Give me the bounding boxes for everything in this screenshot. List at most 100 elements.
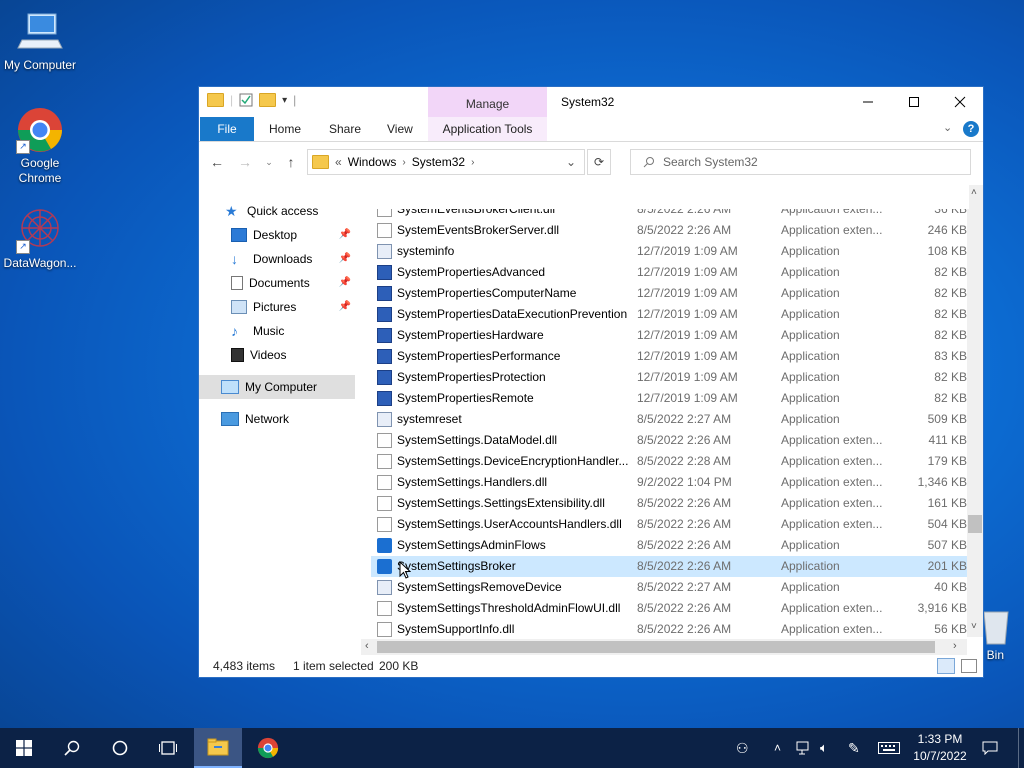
chevron-right-icon[interactable]: › — [471, 157, 474, 168]
pen-button[interactable]: ✎ — [848, 728, 860, 768]
up-button[interactable]: ↑ — [281, 152, 301, 172]
folder-icon[interactable] — [207, 93, 224, 107]
speaker-icon: 🔈︎ — [820, 740, 828, 755]
show-hidden-icons-button[interactable]: ˄ — [774, 728, 781, 768]
file-row[interactable]: SystemPropertiesProtection 12/7/2019 1:09… — [371, 367, 969, 388]
file-row[interactable]: systemreset 8/5/2022 2:27 AM Application 50… — [371, 409, 969, 430]
file-row[interactable]: SystemSettingsAdminFlows 8/5/2022 2:26 AM… — [371, 535, 969, 556]
address-dropdown-icon[interactable]: ⌄ — [566, 155, 576, 169]
file-row[interactable]: SystemSettings.UserAccountsHandlers.dll 8… — [371, 514, 969, 535]
taskbar-clock[interactable]: 1:33 PM 10/7/2022 — [900, 731, 980, 765]
vertical-scrollbar[interactable]: ˄ ˅ — [967, 185, 983, 637]
minimize-button[interactable] — [845, 87, 891, 117]
maximize-button[interactable] — [891, 87, 937, 117]
tab-share[interactable]: Share — [315, 117, 375, 141]
file-row[interactable]: SystemSettings.SettingsExtensibility.dll… — [371, 493, 969, 514]
task-view-button[interactable] — [144, 728, 192, 768]
properties-icon[interactable] — [239, 93, 253, 107]
tab-view[interactable]: View — [373, 117, 427, 141]
file-name: SystemSettingsThresholdAdminFlowUI.dll — [397, 601, 621, 615]
network-tray-button[interactable] — [796, 728, 812, 768]
nav-item-quick-access[interactable]: ★ Quick access — [199, 199, 355, 223]
new-folder-icon[interactable] — [259, 93, 277, 107]
volume-button[interactable]: 🔈︎ — [820, 728, 828, 768]
file-row[interactable]: SystemSettingsRemoveDevice 8/5/2022 2:27 … — [371, 577, 969, 598]
expand-ribbon-icon[interactable]: ⌄ — [943, 121, 952, 134]
taskbar-file-explorer[interactable] — [194, 728, 242, 768]
file-row[interactable]: SystemPropertiesPerformance 12/7/2019 1:0… — [371, 346, 969, 367]
scroll-up-icon[interactable]: ˄ — [971, 187, 977, 198]
back-button[interactable]: ← — [207, 152, 227, 172]
recent-locations-button[interactable]: ⌄ — [259, 152, 279, 172]
file-row[interactable]: SystemSettings.DeviceEncryptionHandler..… — [371, 451, 969, 472]
file-row[interactable]: SystemSettingsThresholdAdminFlowUI.dll 8/… — [371, 598, 969, 619]
file-row[interactable]: SystemSettingsBroker 8/5/2022 2:26 AM Appl… — [371, 556, 969, 577]
refresh-button[interactable]: ⟳ — [587, 149, 611, 175]
file-row[interactable]: SystemPropertiesAdvanced 12/7/2019 1:09 A… — [371, 262, 969, 283]
windows-logo-icon — [16, 740, 32, 756]
breadcrumb-windows[interactable]: Windows — [348, 155, 397, 169]
nav-item-documents[interactable]: Documents 📌 — [199, 271, 355, 295]
system-properties-icon — [377, 349, 392, 364]
tab-manage[interactable]: Manage — [428, 87, 547, 117]
pin-icon[interactable]: 📌 — [339, 271, 351, 295]
horizontal-scroll-thumb[interactable] — [377, 641, 935, 653]
desktop-icon-my-computer[interactable]: My Computer — [0, 8, 80, 73]
file-row[interactable]: SystemPropertiesComputerName 12/7/2019 1:… — [371, 283, 969, 304]
tab-home[interactable]: Home — [255, 117, 315, 141]
file-row[interactable]: SystemEventsBrokerServer.dll 8/5/2022 2:2… — [371, 220, 969, 241]
taskbar-chrome[interactable] — [244, 728, 292, 768]
search-input[interactable]: Search System32 — [663, 155, 758, 169]
file-row[interactable]: SystemSettings.Handlers.dll 9/2/2022 1:04… — [371, 472, 969, 493]
touch-keyboard-button[interactable] — [878, 728, 900, 768]
tab-file[interactable]: File — [200, 117, 254, 141]
scroll-down-icon[interactable]: ˅ — [971, 621, 977, 632]
window-title: System32 — [561, 95, 615, 109]
dll-file-icon — [377, 454, 392, 469]
pin-icon[interactable]: 📌 — [339, 295, 351, 319]
address-bar[interactable]: « Windows › System32 › ⌄ — [307, 149, 585, 175]
tab-application-tools[interactable]: Application Tools — [428, 117, 547, 141]
breadcrumb-system32[interactable]: System32 — [412, 155, 465, 169]
file-row[interactable]: SystemPropertiesDataExecutionPrevention 1… — [371, 304, 969, 325]
nav-item-downloads[interactable]: ↓ Downloads 📌 — [199, 247, 355, 271]
large-icons-view-icon[interactable] — [961, 659, 977, 673]
show-desktop-button[interactable] — [1018, 728, 1024, 768]
breadcrumb-overflow[interactable]: « — [335, 155, 342, 169]
cortana-button[interactable] — [96, 728, 144, 768]
file-row[interactable]: SystemSupportInfo.dll 8/5/2022 2:26 AM App… — [371, 619, 969, 637]
file-row[interactable]: SystemEventsBrokerClient.dll 8/5/2022 2:2… — [371, 199, 969, 220]
customize-toolbar-icon[interactable]: ▾ — [282, 95, 287, 106]
scroll-left-icon[interactable]: ‹ — [365, 640, 369, 652]
start-button[interactable] — [0, 728, 48, 768]
nav-item-my-computer[interactable]: My Computer — [199, 375, 355, 399]
nav-item-network[interactable]: Network — [199, 407, 355, 431]
horizontal-scrollbar[interactable]: ‹ › — [361, 639, 967, 655]
desktop-icon-datawagon[interactable]: ↗ DataWagon... — [0, 206, 80, 271]
file-row[interactable]: SystemPropertiesRemote 12/7/2019 1:09 AM A… — [371, 388, 969, 409]
vertical-scroll-thumb[interactable] — [968, 515, 982, 533]
forward-button[interactable]: → — [235, 152, 255, 172]
nav-item-desktop[interactable]: Desktop 📌 — [199, 223, 355, 247]
scroll-right-icon[interactable]: › — [953, 640, 957, 652]
file-name: SystemEventsBrokerClient.dll — [397, 202, 556, 216]
action-center-button[interactable] — [982, 728, 998, 768]
file-row[interactable]: SystemSettings.DataModel.dll 8/5/2022 2:2… — [371, 430, 969, 451]
close-button[interactable] — [937, 87, 983, 117]
nav-item-videos[interactable]: Videos — [199, 343, 355, 367]
pin-icon[interactable]: 📌 — [339, 223, 351, 247]
search-button[interactable] — [48, 728, 96, 768]
file-name: SystemSettings.UserAccountsHandlers.dll — [397, 517, 622, 531]
nav-item-music[interactable]: ♪ Music — [199, 319, 355, 343]
search-box[interactable]: Search System32 — [630, 149, 971, 175]
desktop-icon-google-chrome[interactable]: ↗ Google Chrome — [0, 106, 80, 186]
pin-icon[interactable]: 📌 — [339, 247, 351, 271]
chevron-right-icon[interactable]: › — [402, 157, 405, 168]
file-type: Application — [781, 559, 840, 573]
details-view-icon[interactable] — [937, 658, 955, 674]
help-icon[interactable]: ? — [963, 121, 979, 137]
file-row[interactable]: SystemPropertiesHardware 12/7/2019 1:09 A… — [371, 325, 969, 346]
people-button[interactable]: ⚇ — [736, 728, 749, 768]
file-row[interactable]: systeminfo 12/7/2019 1:09 AM Application 10… — [371, 241, 969, 262]
nav-item-pictures[interactable]: Pictures 📌 — [199, 295, 355, 319]
